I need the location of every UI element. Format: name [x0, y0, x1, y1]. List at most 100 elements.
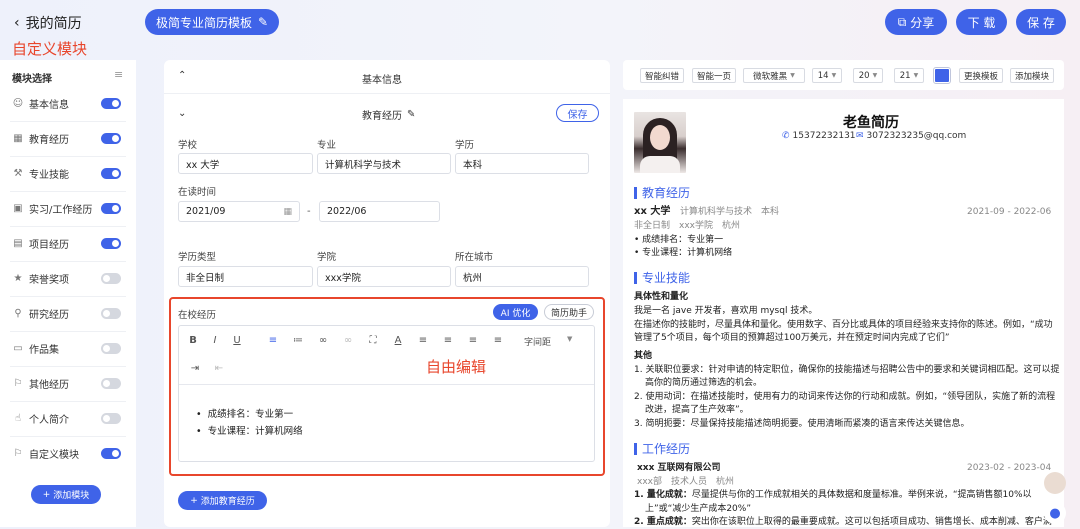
- font-value: 微软雅黑: [753, 71, 788, 82]
- module-toggle[interactable]: [101, 98, 121, 109]
- bullet-list-icon[interactable]: ≡: [266, 335, 280, 346]
- font-select[interactable]: 微软雅黑 ▼: [743, 68, 805, 83]
- major-input[interactable]: 计算机科学与技术: [317, 153, 451, 174]
- font-color-icon[interactable]: A: [391, 335, 405, 346]
- sidebar-item[interactable]: ☺ 基本信息: [0, 86, 136, 121]
- add-education-button[interactable]: + 添加教育经历: [178, 491, 267, 510]
- toolbar-divider: [179, 384, 594, 385]
- campus-label: 在校经历: [178, 310, 217, 321]
- share-button[interactable]: ⧉ 分享: [885, 9, 947, 35]
- sidebar-item[interactable]: ▣ 实习/工作经历: [0, 191, 136, 226]
- indent-icon[interactable]: ⇥: [188, 363, 202, 374]
- module-toggle[interactable]: [101, 308, 121, 319]
- accent-color-swatch[interactable]: [933, 67, 951, 84]
- end-date-input[interactable]: 2022/06: [319, 201, 440, 222]
- download-button[interactable]: 下 载: [956, 9, 1007, 35]
- module-toggle[interactable]: [101, 273, 121, 284]
- ai-optimize-button[interactable]: AI 优化: [493, 304, 538, 320]
- sidebar-item[interactable]: ▤ 项目经历: [0, 226, 136, 261]
- change-template-button[interactable]: 更换模板: [959, 68, 1003, 83]
- section-work: 工作经历: [634, 440, 690, 457]
- education-save-button[interactable]: 保存: [556, 104, 599, 122]
- sidebar-item[interactable]: ⚐ 其他经历: [0, 366, 136, 401]
- caret-down-icon[interactable]: ▼: [567, 335, 572, 343]
- caret-down-icon: ▼: [790, 72, 795, 79]
- template-name-button[interactable]: 极简专业简历模板 ✎: [145, 9, 279, 35]
- plus-icon: +: [42, 489, 51, 500]
- add-module-toolbar-button[interactable]: 添加模块: [1010, 68, 1054, 83]
- edu-type-input[interactable]: 非全日制: [178, 266, 313, 287]
- assistant-avatar[interactable]: [1044, 472, 1066, 494]
- numbered-list-icon[interactable]: ≔: [291, 335, 305, 346]
- basic-info-row[interactable]: ⌃ 基本信息: [164, 60, 610, 94]
- edit-icon[interactable]: ✎: [407, 109, 415, 120]
- fullscreen-icon[interactable]: ⛶: [366, 335, 380, 346]
- sidebar-item[interactable]: ⚲ 研究经历: [0, 296, 136, 331]
- rich-text-editor[interactable]: B I U ≡ ≔ ∞ ∞ ⛶ A ≡ ≡ ≡ ≡ 字间距 ▼ ⇥ ⇤ 自由编辑…: [178, 325, 595, 462]
- sidebar-item-label: 专业技能: [29, 170, 69, 181]
- collapse-icon[interactable]: ≡: [114, 68, 123, 81]
- sidebar-item[interactable]: ▦ 教育经历: [0, 121, 136, 156]
- trophy-icon: ★: [13, 272, 23, 284]
- module-toggle[interactable]: [101, 378, 121, 389]
- module-toggle[interactable]: [101, 238, 121, 249]
- sidebar-item[interactable]: ★ 荣誉奖项: [0, 261, 136, 296]
- user-icon: ☺: [12, 97, 24, 109]
- plus-icon: +: [190, 495, 198, 506]
- chevron-left-icon: ‹: [14, 15, 20, 31]
- one-page-button[interactable]: 智能一页: [692, 68, 736, 83]
- skill-text: 3. 简明扼要：尽量保持技能描述简明扼要。使用清晰而紧凑的语言来传达关键信息。: [634, 419, 970, 429]
- skill-text: 2. 使用动词：在描述技能时，使用有力的动词来传达你的行动和成就。例如，“领导团…: [634, 392, 1056, 402]
- size-select-2[interactable]: 20 ▼: [853, 68, 883, 83]
- sidebar-item[interactable]: ⚒ 专业技能: [0, 156, 136, 191]
- line-spacing-select[interactable]: 字间距: [524, 335, 551, 348]
- sidebar-item[interactable]: ☝ 个人简介: [0, 401, 136, 436]
- calendar-icon: ▦: [13, 132, 23, 144]
- phone-icon: ✆: [782, 131, 790, 141]
- size-select-3[interactable]: 21 ▼: [894, 68, 924, 83]
- module-toggle[interactable]: [101, 448, 121, 459]
- mail-icon: ✉: [856, 131, 864, 141]
- list-item: • 专业课程：计算机网络: [634, 248, 733, 258]
- resume-helper-button[interactable]: 简历助手: [544, 304, 594, 320]
- add-module-button[interactable]: + 添加模块: [31, 485, 101, 504]
- italic-icon[interactable]: I: [208, 335, 222, 346]
- editor-panel: ⌃ 基本信息 ⌄ 教育经历 ✎ 保存 学校 专业 学历 xx 大学 计算机科学与技…: [164, 60, 610, 527]
- degree-input[interactable]: 本科: [455, 153, 589, 174]
- size-select-1[interactable]: 14 ▼: [812, 68, 842, 83]
- tag-icon: ⚐: [13, 377, 23, 389]
- align-justify-icon[interactable]: ≡: [491, 335, 505, 346]
- custom-module-note: 自定义模块: [12, 40, 88, 58]
- align-center-icon[interactable]: ≡: [441, 335, 455, 346]
- school-input[interactable]: xx 大学: [178, 153, 313, 174]
- lightbulb-icon[interactable]: ●: [1044, 502, 1066, 524]
- bold-icon[interactable]: B: [186, 335, 200, 346]
- calendar-icon: ▦: [283, 206, 292, 217]
- align-left-icon[interactable]: ≡: [416, 335, 430, 346]
- module-toggle[interactable]: [101, 343, 121, 354]
- align-right-icon[interactable]: ≡: [466, 335, 480, 346]
- basic-info-title: 基本信息: [362, 75, 402, 86]
- save-button[interactable]: 保 存: [1016, 9, 1066, 35]
- sidebar-item-label: 项目经历: [29, 240, 69, 251]
- sidebar-item[interactable]: ⚐ 自定义模块: [0, 436, 136, 471]
- city-input[interactable]: 杭州: [455, 266, 589, 287]
- sidebar-item[interactable]: ▭ 作品集: [0, 331, 136, 366]
- start-date-input[interactable]: 2021/09 ▦: [178, 201, 300, 222]
- back-button[interactable]: ‹ 我的简历: [14, 13, 82, 33]
- module-toggle[interactable]: [101, 168, 121, 179]
- size3-value: 21: [899, 70, 911, 81]
- sidebar-item-label: 研究经历: [29, 310, 69, 321]
- college-input[interactable]: xxx学院: [317, 266, 451, 287]
- smart-fix-button[interactable]: 智能纠错: [640, 68, 684, 83]
- underline-icon[interactable]: U: [230, 335, 244, 346]
- module-toggle[interactable]: [101, 133, 121, 144]
- outdent-icon[interactable]: ⇤: [212, 363, 226, 374]
- module-toggle[interactable]: [101, 413, 121, 424]
- share-label: 分享: [910, 15, 935, 30]
- resume-work-meta: xxx部 技术人员 杭州: [637, 477, 734, 487]
- module-toggle[interactable]: [101, 203, 121, 214]
- unlink-icon[interactable]: ∞: [341, 335, 355, 346]
- resume-name: 老鱼简历: [843, 115, 899, 131]
- link-icon[interactable]: ∞: [316, 335, 330, 346]
